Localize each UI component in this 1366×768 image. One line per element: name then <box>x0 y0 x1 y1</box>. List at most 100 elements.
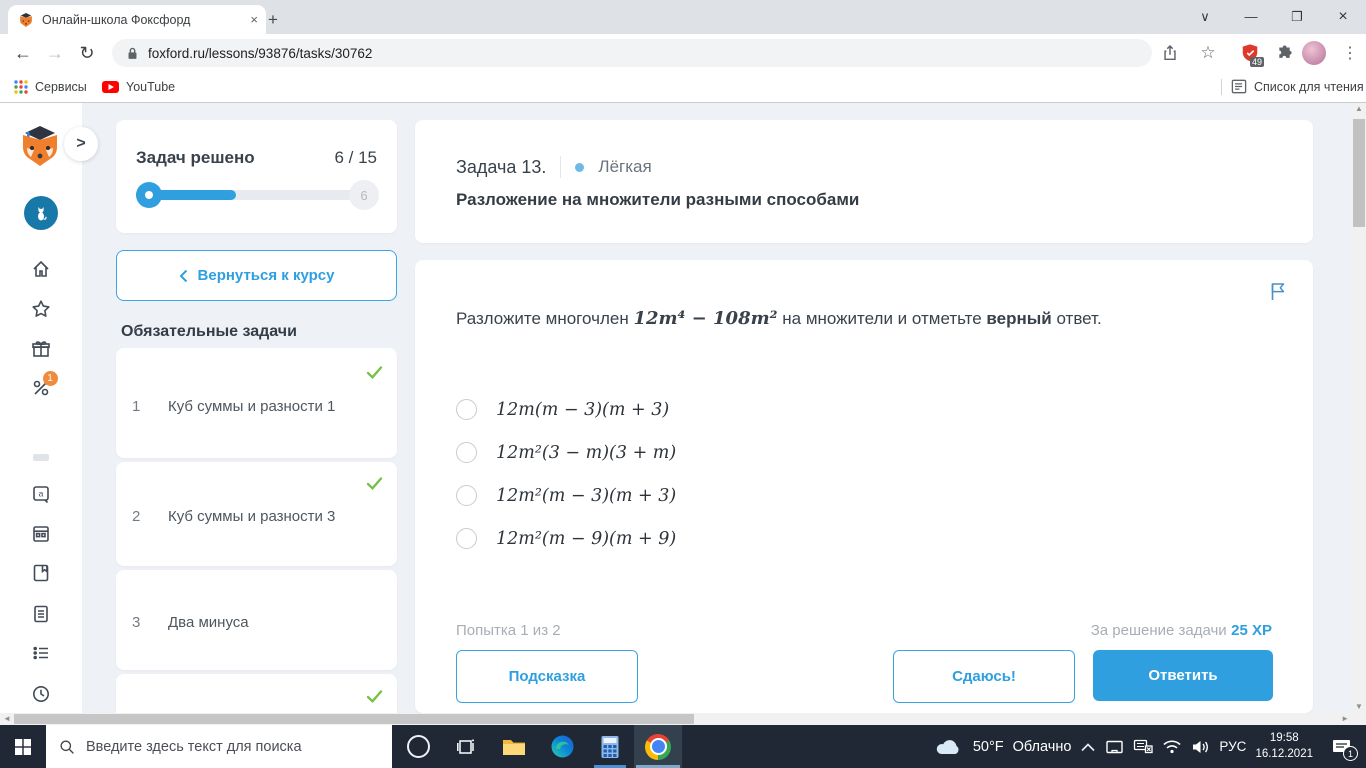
user-avatar[interactable] <box>24 196 58 230</box>
file-explorer-icon[interactable] <box>490 725 538 768</box>
browser-menu-icon[interactable]: ⋮ <box>1338 41 1362 65</box>
tab-strip: Онлайн-школа Фоксфорд × + ∨ — ❐ × <box>0 0 1366 34</box>
foxford-logo[interactable] <box>17 123 63 169</box>
answer-button-label: Ответить <box>1148 667 1218 684</box>
task-card-4[interactable] <box>116 674 397 713</box>
scroll-up-icon[interactable]: ▲ <box>1352 103 1366 115</box>
promo-badge: 1 <box>42 370 58 386</box>
back-to-course-label: Вернуться к курсу <box>197 267 335 284</box>
option-label: 12m²(3 − m)(3 + m) <box>496 442 677 463</box>
url-bar[interactable]: foxford.ru/lessons/93876/tasks/30762 <box>112 39 1152 67</box>
notification-center-icon[interactable]: 1 <box>1322 725 1360 768</box>
back-to-course-button[interactable]: Вернуться к курсу <box>116 250 397 301</box>
language-indicator[interactable]: РУС <box>1219 739 1246 754</box>
vertical-scroll-thumb[interactable] <box>1353 119 1365 227</box>
task-card-3[interactable]: 3 Два минуса <box>116 570 397 670</box>
scroll-right-icon[interactable]: ► <box>1341 713 1349 725</box>
taskbar-clock[interactable]: 19:58 16.12.2021 <box>1255 731 1313 762</box>
chrome-icon[interactable] <box>634 725 682 768</box>
windows-taskbar: Введите здесь текст для поиска 50°F Обла… <box>0 725 1366 768</box>
answer-option-3[interactable]: 12m²(m − 3)(m + 3) <box>456 485 676 506</box>
cortana-icon[interactable] <box>394 725 442 768</box>
tab-close-icon[interactable]: × <box>250 12 258 27</box>
option-label: 12m²(m − 3)(m + 3) <box>496 485 677 506</box>
answer-option-1[interactable]: 12m(m − 3)(m + 3) <box>456 399 669 420</box>
adblock-extension-icon[interactable]: 49 <box>1238 41 1265 67</box>
gift-icon[interactable] <box>29 337 53 361</box>
answer-option-4[interactable]: 12m²(m − 9)(m + 9) <box>456 528 676 549</box>
weather-desc[interactable]: Облачно <box>1013 739 1072 755</box>
calculator-icon[interactable] <box>586 725 634 768</box>
new-tab-button[interactable]: + <box>260 7 286 33</box>
history-clock-icon[interactable] <box>29 682 53 706</box>
hint-button[interactable]: Подсказка <box>456 650 638 703</box>
search-placeholder: Введите здесь текст для поиска <box>86 738 302 755</box>
progress-title: Задач решено <box>136 148 255 167</box>
home-icon[interactable] <box>29 257 53 281</box>
bookmark-services[interactable]: Сервисы <box>14 72 87 101</box>
answer-option-2[interactable]: 12m²(3 − m)(3 + m) <box>456 442 676 463</box>
extensions-puzzle-icon[interactable] <box>1272 41 1296 65</box>
edge-browser-icon[interactable] <box>538 725 586 768</box>
chevron-left-icon <box>179 269 187 282</box>
list-icon[interactable] <box>29 641 53 665</box>
favorites-star-icon[interactable] <box>29 297 53 321</box>
task-card-2[interactable]: 2 Куб суммы и разности 3 <box>116 462 397 566</box>
browser-tab[interactable]: Онлайн-школа Фоксфорд × <box>8 5 266 34</box>
bookmarks-book-icon[interactable] <box>29 561 53 585</box>
promo-percent-icon[interactable]: 1 <box>29 370 58 400</box>
share-icon[interactable] <box>1158 41 1182 65</box>
volume-icon[interactable] <box>1191 739 1210 755</box>
window-close-button[interactable]: × <box>1320 0 1366 33</box>
clock-time: 19:58 <box>1269 731 1299 744</box>
scroll-down-icon[interactable]: ▼ <box>1352 701 1366 713</box>
youtube-icon <box>102 80 119 93</box>
page-content: > 1 а Задач решено 6 / 15 6 Вернуться к … <box>0 103 1352 713</box>
answer-button[interactable]: Ответить <box>1093 650 1273 701</box>
question-text: Разложите многочлен 12m⁴ − 108m² на множ… <box>456 308 1102 329</box>
window-minimize-button[interactable]: — <box>1228 0 1274 33</box>
window-maximize-button[interactable]: ❐ <box>1274 0 1320 33</box>
touch-keyboard-icon[interactable] <box>1133 739 1154 754</box>
forward-icon[interactable]: → <box>40 38 70 68</box>
reading-list-label: Список для чтения <box>1254 79 1364 94</box>
profile-avatar[interactable] <box>1302 41 1326 65</box>
reading-list-button[interactable]: Список для чтения <box>1231 72 1364 101</box>
progress-card: Задач решено 6 / 15 6 <box>116 120 397 233</box>
radio-button[interactable] <box>456 528 477 549</box>
schedule-icon[interactable] <box>29 522 53 546</box>
window-chevron-icon[interactable]: ∨ <box>1182 0 1228 33</box>
question-card: Разложите многочлен 12m⁴ − 108m² на множ… <box>415 260 1313 713</box>
task-card-1[interactable]: 1 Куб суммы и разности 1 <box>116 348 397 458</box>
wifi-icon[interactable] <box>1162 739 1182 754</box>
tablet-pc-icon[interactable] <box>1105 739 1124 755</box>
scroll-left-icon[interactable]: ◄ <box>3 713 11 725</box>
give-up-button[interactable]: Сдаюсь! <box>893 650 1075 703</box>
radio-button[interactable] <box>456 399 477 420</box>
back-icon[interactable]: ← <box>8 38 38 68</box>
app-rail: > 1 а <box>0 103 98 713</box>
reload-icon[interactable]: ↻ <box>72 38 102 68</box>
url-text: foxford.ru/lessons/93876/tasks/30762 <box>148 45 373 61</box>
rail-expand-button[interactable]: > <box>64 127 98 161</box>
radio-button[interactable] <box>456 485 477 506</box>
horizontal-scrollbar[interactable]: ◄ ► <box>0 713 1366 725</box>
foxford-favicon <box>20 12 32 27</box>
dictionary-icon[interactable]: а <box>29 482 53 506</box>
start-button[interactable] <box>0 725 46 768</box>
horizontal-scroll-thumb[interactable] <box>14 714 694 724</box>
bookmarks-divider <box>1221 79 1222 95</box>
bookmark-youtube[interactable]: YouTube <box>102 72 175 101</box>
task-view-icon[interactable] <box>442 725 490 768</box>
check-icon <box>366 477 383 490</box>
progress-track: 6 <box>136 180 379 210</box>
tray-expand-chevron-icon[interactable] <box>1080 742 1096 752</box>
vertical-scrollbar[interactable]: ▲ ▼ <box>1352 103 1366 713</box>
report-flag-icon[interactable] <box>1269 282 1287 301</box>
document-icon[interactable] <box>29 602 53 626</box>
weather-temp[interactable]: 50°F <box>973 739 1004 755</box>
question-bold: верный <box>986 309 1052 328</box>
taskbar-search-input[interactable]: Введите здесь текст для поиска <box>46 725 392 768</box>
bookmark-star-icon[interactable]: ☆ <box>1196 41 1220 65</box>
radio-button[interactable] <box>456 442 477 463</box>
